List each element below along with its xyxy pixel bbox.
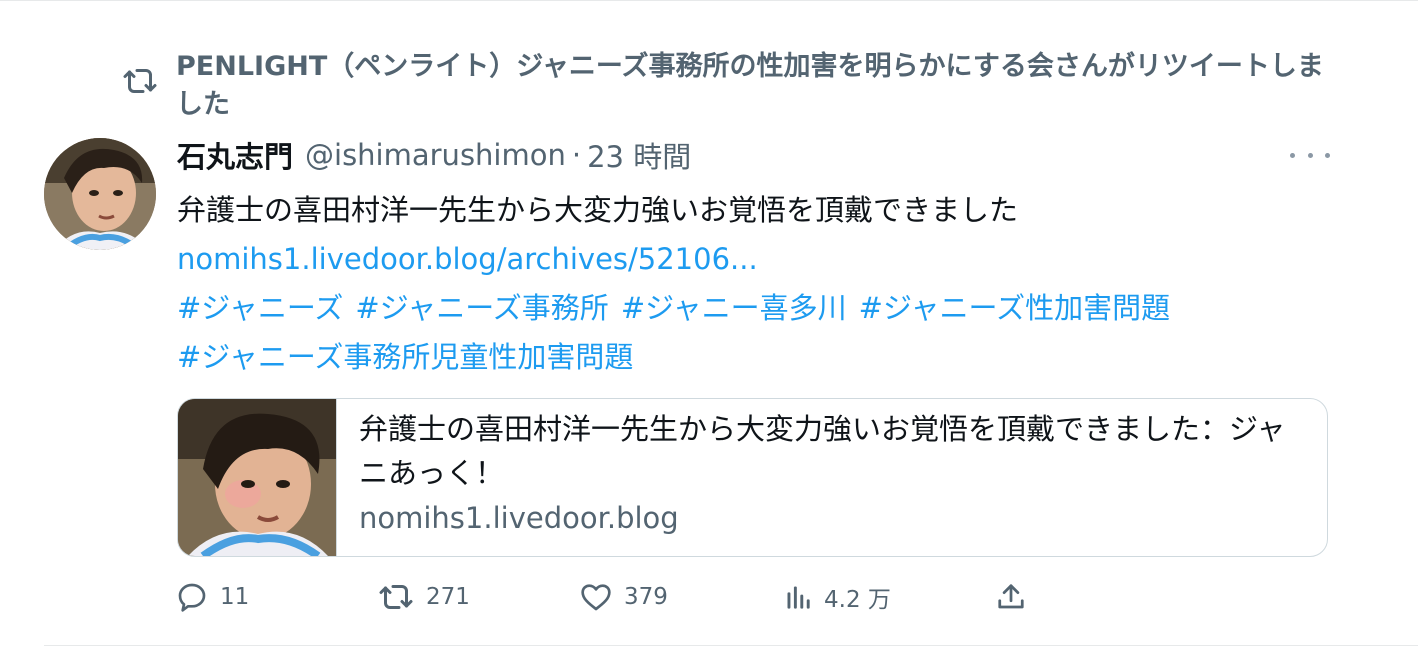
like-button[interactable]: 379 [580,575,668,619]
hashtag[interactable]: #ジャニーズ事務所児童性加害問題 [177,340,633,374]
top-divider [0,0,1418,1]
reply-count: 11 [220,584,250,610]
card-thumbnail [178,399,337,556]
retweet-icon [379,585,413,609]
retweet-icon [118,66,162,110]
reply-icon [178,583,206,612]
retweet-label: PENLIGHT（ペンライト）ジャニーズ事務所の性加害を明らかにする会さんがリツ… [176,51,1324,120]
share-button[interactable] [996,575,1038,619]
link-preview-card[interactable]: 弁護士の喜田村洋一先生から大変力強いお覚悟を頂戴できました：ジャニあっく！ no… [177,398,1328,557]
tweet-text: 弁護士の喜田村洋一先生から大変力強いお覚悟を頂戴できました [177,193,1019,227]
view-count: 4.2 万 [824,587,891,613]
card-domain: nomihs1.livedoor.blog [359,501,679,535]
tweet-actions: 11 271 379 4.2 万 [170,575,1050,619]
hashtag[interactable]: #ジャニーズ性加害問題 [859,291,1170,325]
avatar[interactable] [44,138,156,250]
card-title: 弁護士の喜田村洋一先生から大変力強いお覚悟を頂戴できました：ジャニあっく！ [359,412,1286,490]
hashtag-list: #ジャニーズ #ジャニーズ事務所 #ジャニー喜多川 #ジャニーズ性加害問題 #ジャニーズ… [177,284,1337,382]
tweet-timestamp[interactable]: 23 時間 [587,134,691,176]
heart-icon [581,584,611,611]
display-name[interactable]: 石丸志門 [177,134,293,176]
views-chart-icon [787,586,810,609]
like-count: 379 [624,584,668,610]
retweet-count: 271 [426,584,470,610]
user-handle[interactable]: @ishimarushimon [305,138,566,172]
views-button[interactable]: 4.2 万 [784,575,891,619]
bottom-divider [44,645,1418,646]
separator-dot: · [571,138,582,172]
reply-button[interactable]: 11 [176,575,249,619]
tweet-body: 弁護士の喜田村洋一先生から大変力強いお覚悟を頂戴できました nomihs1.li… [177,186,1337,382]
hashtag[interactable]: #ジャニーズ事務所 [355,291,608,325]
card-info: 弁護士の喜田村洋一先生から大変力強いお覚悟を頂戴できました：ジャニあっく！ no… [337,399,1327,556]
hashtag[interactable]: #ジャニー喜多川 [621,291,847,325]
tweet-header: 石丸志門 @ishimarushimon · 23 時間 [177,133,691,177]
more-options-icon[interactable] [1290,145,1330,165]
tweet-link[interactable]: nomihs1.livedoor.blog/archives/52106... [177,235,1337,284]
share-icon [998,584,1024,609]
retweet-context[interactable]: PENLIGHT（ペンライト）ジャニーズ事務所の性加害を明らかにする会さんがリツ… [118,48,1338,124]
retweet-button[interactable]: 271 [378,575,470,619]
hashtag[interactable]: #ジャニーズ [177,291,343,325]
